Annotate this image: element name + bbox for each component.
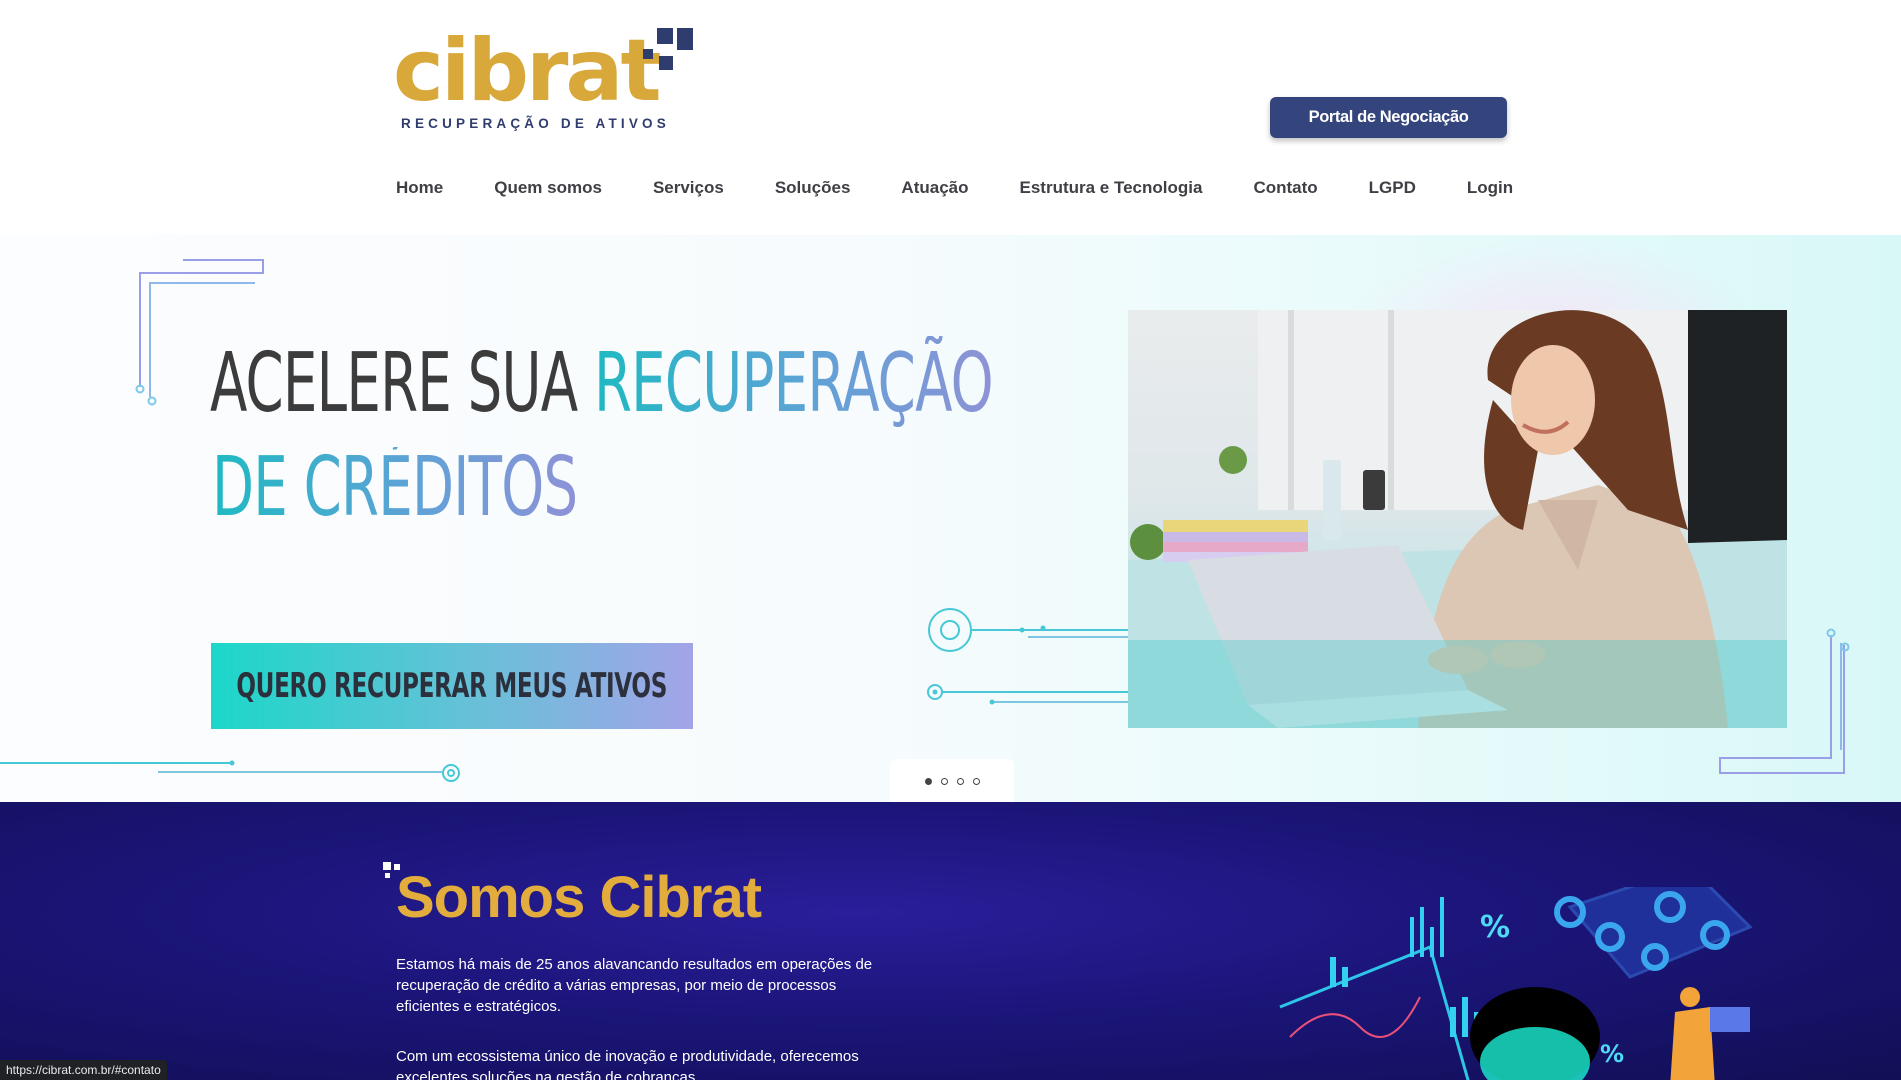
data-analytics-illustration: % %: [1279, 887, 1753, 1080]
about-title: Somos Cibrat: [396, 865, 762, 930]
nav-item-estrutura-tecnologia[interactable]: Estrutura e Tecnologia: [1020, 178, 1203, 204]
hero-headline-line2: DE CRÉDITOS: [212, 440, 578, 535]
slider-dot-4[interactable]: [972, 777, 980, 785]
nav-item-atuacao[interactable]: Atuação: [901, 178, 968, 204]
slider-dot-2[interactable]: [940, 777, 948, 785]
site-header: cibrat RECUPERAÇÃO DE ATIVOS Portal de N…: [0, 0, 1901, 235]
hero-headline-dark: ACELERE SUA: [210, 336, 594, 431]
slider-dot-3[interactable]: [956, 777, 964, 785]
browser-status-url: https://cibrat.com.br/#contato: [0, 1060, 167, 1080]
cta-label: QUERO RECUPERAR MEUS ATIVOS: [236, 666, 668, 706]
nav-item-solucoes[interactable]: Soluções: [775, 178, 851, 204]
nav-item-servicos[interactable]: Serviços: [653, 178, 724, 204]
nav-item-contato[interactable]: Contato: [1253, 178, 1317, 204]
nav-item-login[interactable]: Login: [1467, 178, 1513, 204]
logo-square-3: [659, 56, 673, 70]
main-nav: Home Quem somos Serviços Soluções Atuaçã…: [396, 178, 1513, 204]
nav-item-quem-somos[interactable]: Quem somos: [494, 178, 602, 204]
hero-headline-line1: ACELERE SUA RECUPERAÇÃO: [210, 343, 994, 425]
logo-square-1: [657, 28, 673, 44]
svg-text:%: %: [1600, 1040, 1624, 1068]
svg-text:%: %: [1480, 910, 1510, 945]
woman-laptop-illustration: [1128, 310, 1787, 728]
recover-assets-cta-button[interactable]: QUERO RECUPERAR MEUS ATIVOS: [211, 643, 693, 729]
hero-slider: ACELERE SUA RECUPERAÇÃO DE CRÉDITOS QUER…: [0, 235, 1901, 802]
about-paragraph-1: Estamos há mais de 25 anos alavancando r…: [396, 956, 873, 1015]
logo-tagline: RECUPERAÇÃO DE ATIVOS: [401, 116, 670, 131]
title-square-3: [385, 873, 390, 878]
portal-negociacao-button[interactable]: Portal de Negociação: [1270, 97, 1507, 138]
hero-headline-highlight: RECUPERAÇÃO: [593, 336, 994, 431]
logo-square-2: [677, 28, 693, 50]
nav-item-lgpd[interactable]: LGPD: [1369, 178, 1416, 204]
about-paragraph-2: Com um ecossistema único de inovação e p…: [396, 1048, 859, 1080]
cibrat-logo[interactable]: cibrat RECUPERAÇÃO DE ATIVOS: [393, 21, 693, 134]
nav-item-home[interactable]: Home: [396, 178, 443, 204]
logo-wordmark: cibrat: [393, 21, 662, 121]
slider-pagination: [890, 759, 1014, 802]
hero-photo-woman-laptop: [1128, 310, 1787, 728]
title-square-1: [383, 862, 391, 870]
about-section: Somos Cibrat Estamos há mais de 25 anos …: [0, 802, 1901, 1080]
logo-square-4: [643, 49, 653, 59]
slider-dot-1[interactable]: [924, 777, 932, 785]
